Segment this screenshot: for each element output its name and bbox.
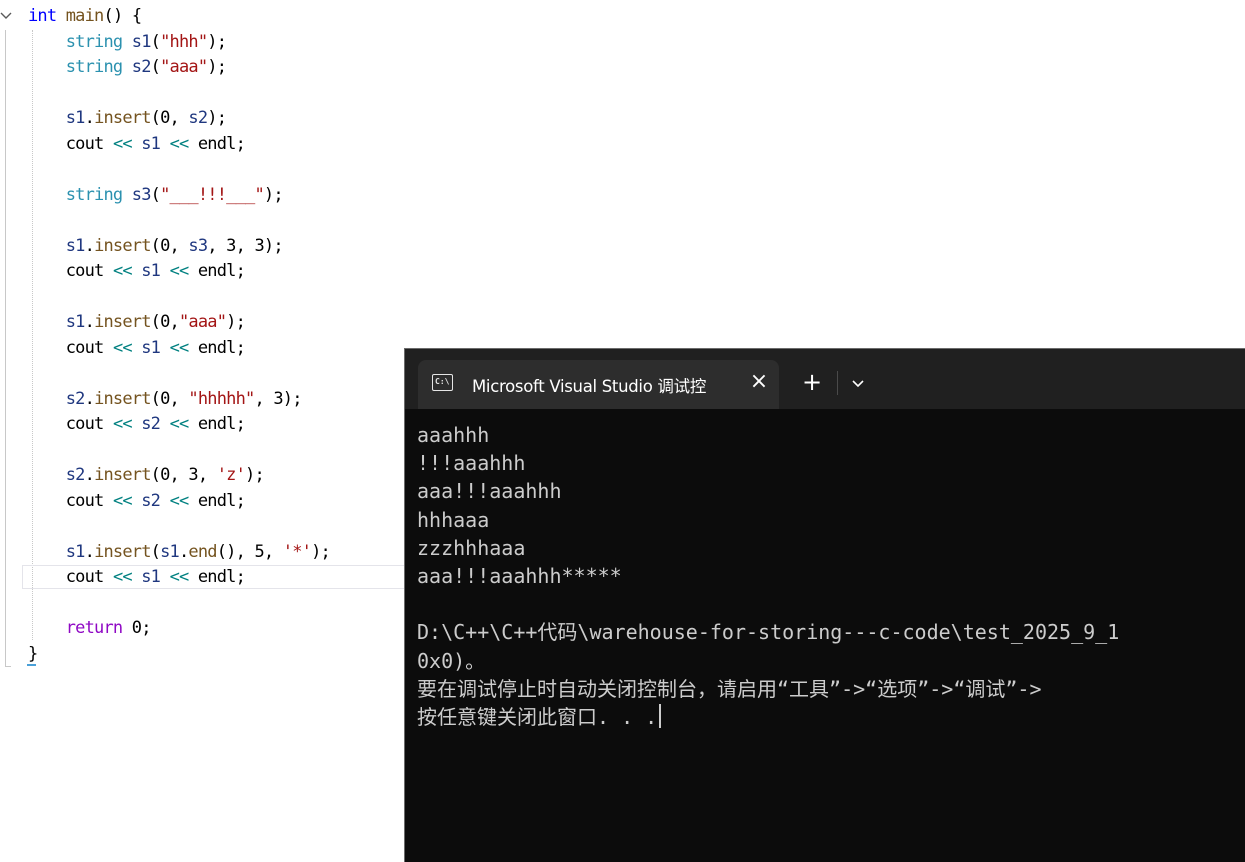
console-app-icon-label: C:\ [435, 377, 450, 386]
console-tab[interactable]: C:\ Microsoft Visual Studio 调试控 × [418, 360, 779, 409]
tab-title: Microsoft Visual Studio 调试控 [472, 377, 707, 396]
code-line[interactable] [28, 81, 330, 107]
console-output[interactable]: aaahhh !!!aaahhh aaa!!!aaahhh hhhaaa zzzhhha… [417, 421, 1245, 731]
code-line[interactable]: cout << s1 << endl; [28, 336, 330, 362]
console-titlebar[interactable]: C:\ Microsoft Visual Studio 调试控 × + [405, 349, 1245, 409]
debug-console-window[interactable]: C:\ Microsoft Visual Studio 调试控 × + aaah… [404, 348, 1245, 862]
code-line[interactable] [28, 438, 330, 464]
code-line[interactable]: return 0; [28, 616, 330, 642]
console-output-line: aaa!!!aaahhh [417, 479, 562, 504]
code-line[interactable]: s2.insert(0, 3, 'z'); [28, 463, 330, 489]
code-line[interactable]: s1.insert(0, s3, 3, 3); [28, 234, 330, 260]
console-output-line: 要在调试停止时自动关闭控制台，请启用“工具”->“选项”->“调试”-> [417, 676, 1042, 701]
console-output-line: hhhaaa [417, 507, 490, 532]
fold-region-line [5, 30, 6, 666]
code-line[interactable]: s1.insert(0,"aaa"); [28, 310, 330, 336]
code-line[interactable]: cout << s2 << endl; [28, 412, 330, 438]
plus-icon[interactable]: + [800, 370, 824, 394]
console-output-line: 按任意键关闭此窗口. . . [417, 703, 1245, 731]
console-output-line: D:\C++\C++代码\warehouse-for-storing---c-c… [417, 620, 1120, 645]
code-line[interactable] [28, 591, 330, 617]
code-line[interactable] [28, 361, 330, 387]
code-line[interactable]: cout << s1 << endl; [28, 565, 330, 591]
code-line[interactable] [28, 514, 330, 540]
code-line[interactable] [28, 285, 330, 311]
fold-chevron-down-icon[interactable] [0, 6, 12, 26]
code-line[interactable] [28, 157, 330, 183]
code-line[interactable]: s2.insert(0, "hhhhh", 3); [28, 387, 330, 413]
console-output-line: aaa!!!aaahhh***** [417, 563, 622, 588]
code-line[interactable]: string s2("aaa"); [28, 55, 330, 81]
console-app-icon: C:\ [432, 374, 453, 391]
close-icon[interactable]: × [748, 371, 770, 393]
code-line[interactable]: s1.insert(s1.end(), 5, '*'); [28, 540, 331, 566]
code-line[interactable]: cout << s1 << endl; [28, 259, 330, 285]
toolbar-divider [837, 371, 838, 395]
console-output-line: !!!aaahhh [417, 451, 526, 476]
chevron-down-icon[interactable] [846, 371, 870, 395]
code-line[interactable]: string s3("___!!!___"); [28, 183, 330, 209]
code-line[interactable]: } [28, 642, 330, 668]
console-output-line: zzzhhhaaa [417, 535, 526, 560]
code-line[interactable] [28, 208, 330, 234]
code-line[interactable]: int main() { [28, 4, 330, 30]
console-output-line: 0x0)。 [417, 648, 486, 673]
console-output-line: aaahhh [417, 423, 490, 447]
text-cursor [659, 703, 662, 728]
code-line[interactable]: cout << s1 << endl; [28, 132, 330, 158]
fold-region-end [5, 666, 11, 667]
code-line[interactable]: string s1("hhh"); [28, 30, 330, 56]
console-output-line [417, 590, 1245, 618]
code-line[interactable]: cout << s2 << endl; [28, 489, 330, 515]
code-text[interactable]: int main() { string s1("hhh"); string s2… [28, 4, 331, 668]
code-line[interactable]: s1.insert(0, s2); [28, 106, 330, 132]
